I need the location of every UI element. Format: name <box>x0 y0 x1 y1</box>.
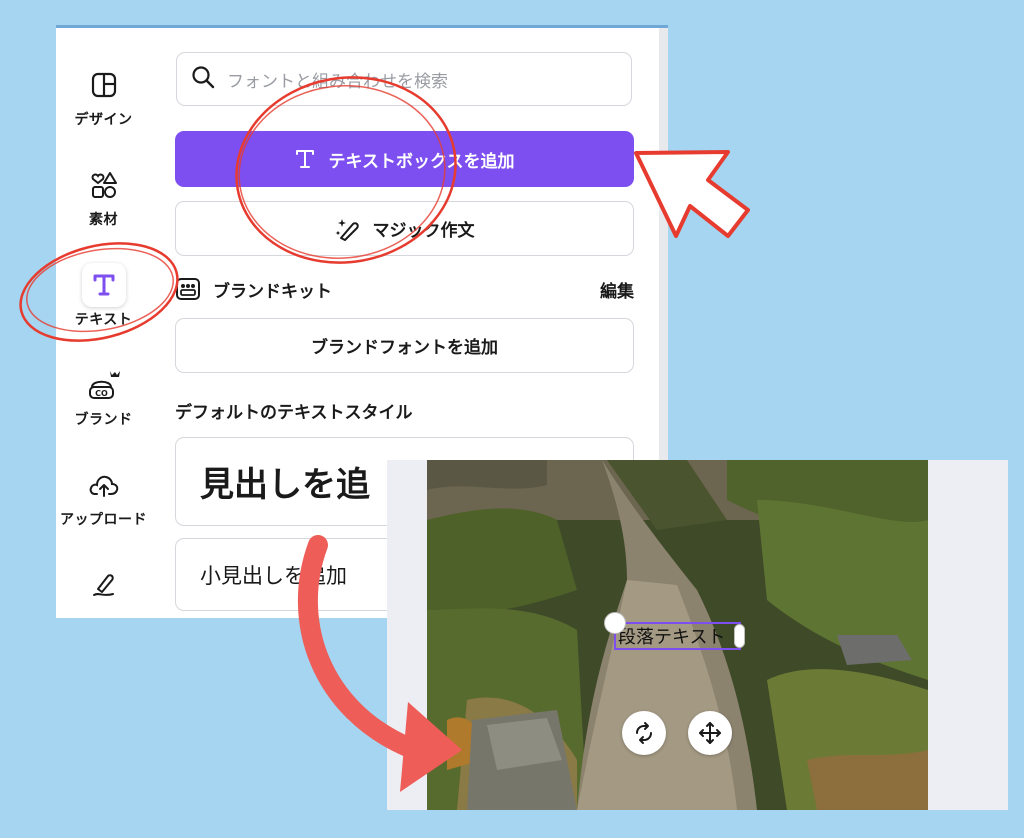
sidebar-item-text[interactable]: テキスト <box>56 263 151 329</box>
brand-kit-title: ブランドキット <box>213 281 332 302</box>
brand-kit-icon <box>175 276 201 302</box>
sidebar-item-label: アップロード <box>60 512 147 528</box>
brand-kit-row: ブランドキット 編集 <box>175 274 634 304</box>
upload-icon <box>82 463 126 507</box>
sidebar-item-design[interactable]: デザイン <box>56 63 151 129</box>
search-placeholder: フォントと組み合わせを検索 <box>227 71 448 92</box>
layout-icon <box>82 63 126 107</box>
move-button[interactable] <box>688 711 732 755</box>
magic-write-button[interactable]: マジック作文 <box>175 201 634 256</box>
magic-wand-icon <box>335 216 361 242</box>
svg-text:CO: CO <box>95 389 108 398</box>
search-icon <box>191 65 215 93</box>
sidebar-item-label: 素材 <box>89 212 118 228</box>
rotate-button[interactable] <box>622 711 666 755</box>
resize-handle-side[interactable] <box>734 624 745 648</box>
add-heading-label: 見出しを追 <box>200 465 370 505</box>
sidebar-item-brand[interactable]: CO ブランド <box>56 363 151 429</box>
resize-handle-corner[interactable] <box>604 612 626 634</box>
text-icon <box>81 263 126 307</box>
draw-icon <box>82 563 126 607</box>
add-textbox-label: テキストボックスを追加 <box>328 151 515 172</box>
sidebar-item-draw[interactable] <box>56 563 151 609</box>
shapes-icon <box>82 163 126 207</box>
add-subheading-label: 小見出しを追加 <box>200 563 347 588</box>
text-icon <box>295 148 315 170</box>
search-input[interactable]: フォントと組み合わせを検索 <box>176 52 632 106</box>
brand-icon: CO <box>82 363 126 407</box>
sidebar-item-label: デザイン <box>74 112 133 128</box>
move-icon <box>698 721 722 745</box>
sidebar-item-uploads[interactable]: アップロード <box>56 463 151 529</box>
brand-kit-edit-link[interactable]: 編集 <box>600 277 634 302</box>
canvas-text-box[interactable]: 段落テキスト <box>614 622 741 650</box>
sidebar-item-label: テキスト <box>74 312 133 328</box>
rotate-icon <box>632 721 656 745</box>
canvas-text-content: 段落テキスト <box>618 627 726 648</box>
sidebar-item-label: ブランド <box>74 412 133 428</box>
add-brand-font-button[interactable]: ブランドフォントを追加 <box>175 318 634 373</box>
add-textbox-button[interactable]: テキストボックスを追加 <box>175 131 634 187</box>
magic-write-label: マジック作文 <box>372 221 475 241</box>
default-text-styles-title: デフォルトのテキストスタイル <box>175 403 413 423</box>
sidebar-item-elements[interactable]: 素材 <box>56 163 151 229</box>
add-brand-font-label: ブランドフォントを追加 <box>311 338 498 358</box>
